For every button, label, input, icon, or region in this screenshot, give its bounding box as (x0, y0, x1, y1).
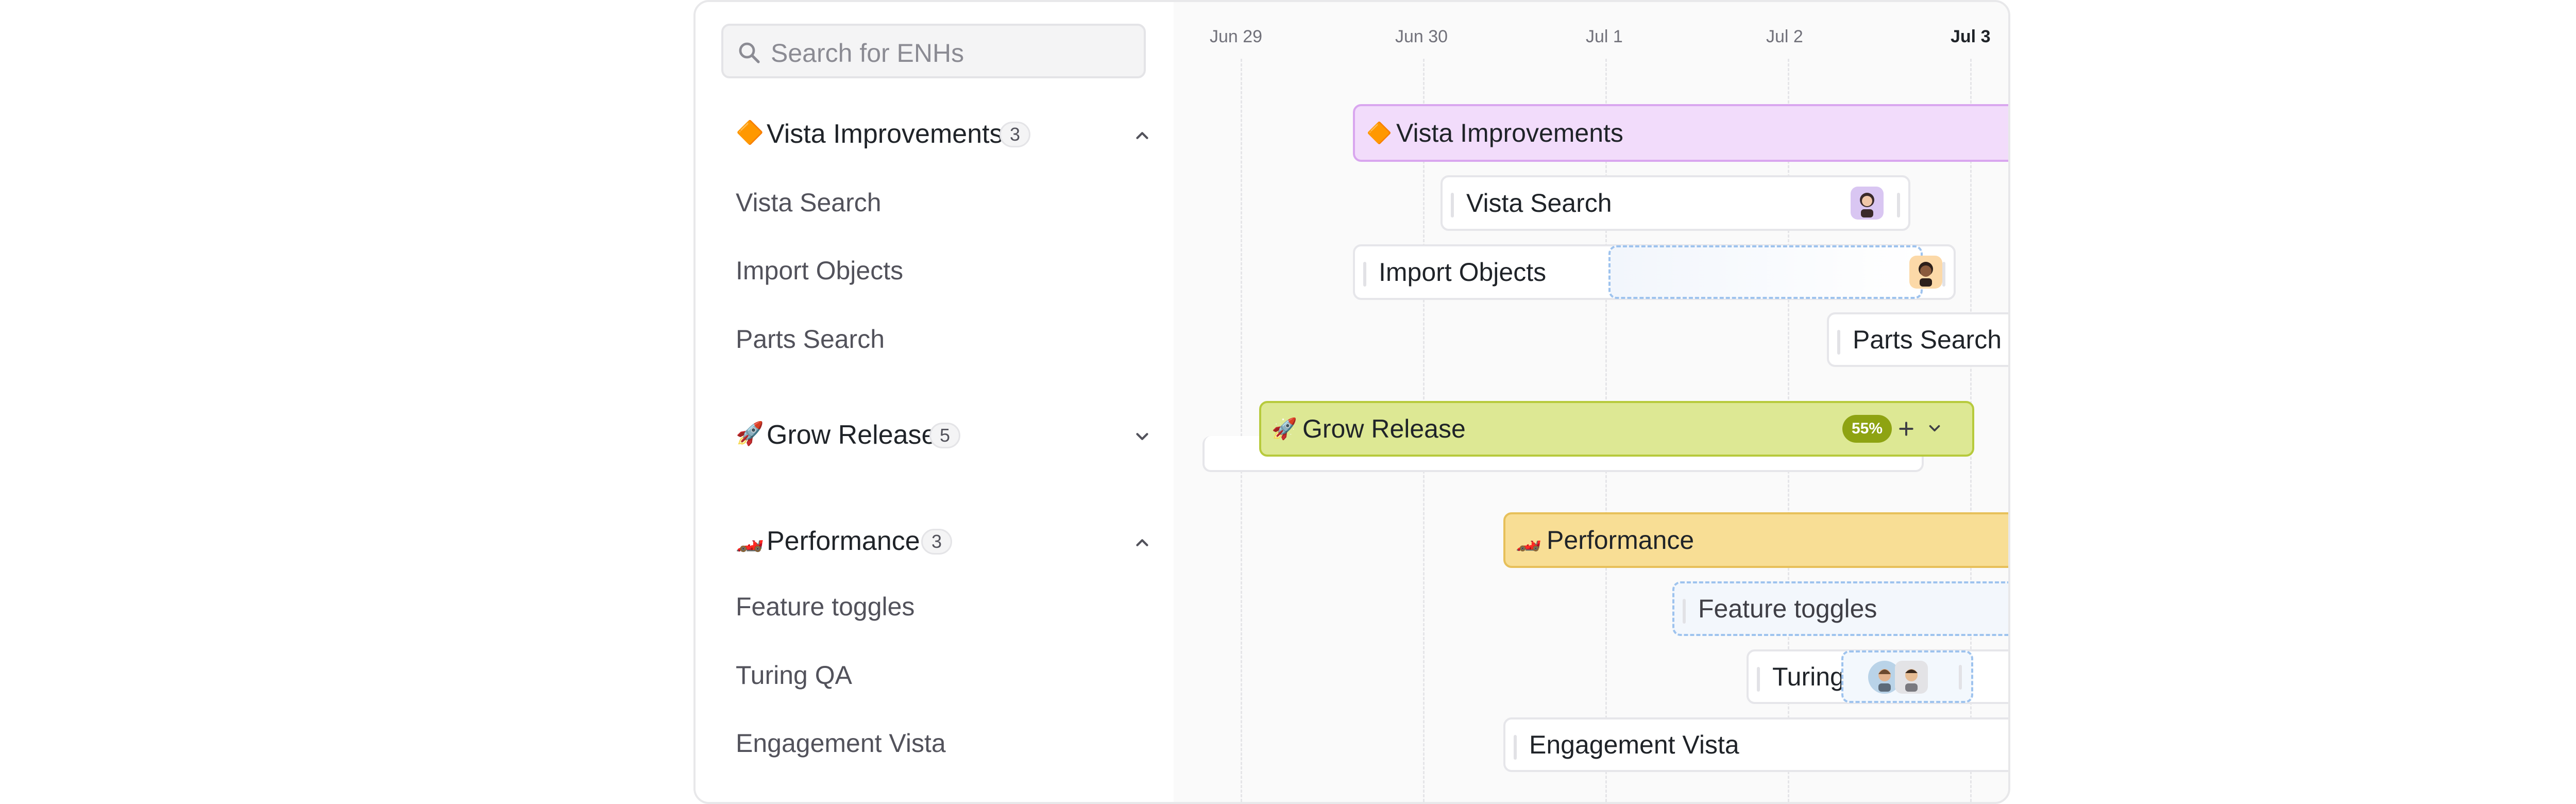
chevron-down-icon[interactable] (1926, 420, 1943, 437)
user-avatar (1895, 661, 1928, 694)
bar-label: Grow Release (1302, 414, 1466, 443)
diamond-icon: 🔶 (736, 120, 764, 145)
drag-handle-right[interactable] (1942, 262, 1945, 287)
rocket-icon: 🚀 (1272, 417, 1297, 441)
drag-handle-left[interactable] (1514, 735, 1517, 760)
group-label: Performance (767, 526, 920, 556)
gantt-group-bar-grow-release[interactable]: 🚀 Grow Release 55% (1259, 401, 1974, 457)
bar-label: Vista Improvements (1396, 119, 1623, 147)
progress-badge: 55% (1842, 415, 1892, 443)
date-header: Jul 1 (1586, 27, 1623, 46)
sidebar-item-turing-qa[interactable]: Turing QA (736, 660, 852, 690)
drag-handle-left[interactable] (1451, 193, 1454, 217)
racecar-icon: 🏎️ (1516, 529, 1541, 552)
date-header: Jul 2 (1766, 27, 1803, 46)
rocket-icon: 🚀 (736, 421, 764, 446)
person-icon (1860, 193, 1874, 217)
gantt-task-bar-parts-search[interactable]: Parts Search (1827, 312, 2008, 367)
drag-handle-left[interactable] (1757, 667, 1760, 692)
gridline (1241, 59, 1242, 802)
date-header: Jun 29 (1210, 27, 1263, 46)
group-vista-improvements[interactable]: 🔶 Vista Improvements 3 (736, 116, 1158, 153)
group-label: Grow Release (767, 420, 937, 450)
gantt-group-bar-performance[interactable]: 🏎️ Performance (1503, 512, 2008, 568)
sidebar-item-vista-search[interactable]: Vista Search (736, 188, 882, 217)
user-avatar (1851, 187, 1884, 220)
date-header-today: Jul 3 (1951, 27, 1991, 46)
planned-range-indicator (1608, 245, 1923, 299)
sidebar-item-parts-search[interactable]: Parts Search (736, 324, 885, 354)
sidebar: Search for ENHs 🔶 Vista Improvements 3 V… (696, 2, 1174, 802)
bar-label: Vista Search (1466, 189, 1612, 217)
plus-icon[interactable] (1896, 418, 1917, 439)
person-icon (1919, 262, 1933, 287)
app-frame: Search for ENHs 🔶 Vista Improvements 3 V… (693, 0, 2010, 804)
count-badge: 3 (999, 122, 1030, 147)
gantt-group-bar-vista-improvements[interactable]: 🔶 Vista Improvements (1353, 104, 2008, 162)
group-label: Vista Improvements (767, 119, 1003, 149)
racecar-icon: 🏎️ (736, 527, 764, 552)
group-performance[interactable]: 🏎️ Performance 3 (736, 524, 1158, 560)
gantt-task-bar-vista-search[interactable]: Vista Search (1440, 175, 1910, 231)
sidebar-item-engagement-vista[interactable]: Engagement Vista (736, 728, 946, 758)
person-icon (1905, 669, 1918, 692)
bar-label: Performance (1547, 526, 1694, 555)
chevron-up-icon[interactable] (1132, 126, 1152, 145)
sidebar-item-feature-toggles[interactable]: Feature toggles (736, 592, 914, 622)
bar-label: Engagement Vista (1529, 730, 1739, 759)
bar-label: Import Objects (1379, 258, 1547, 287)
diamond-icon: 🔶 (1366, 122, 1392, 145)
date-header: Jun 30 (1395, 27, 1448, 46)
drag-handle-right[interactable] (1897, 193, 1900, 217)
bar-label: Parts Search (1853, 325, 2002, 354)
chevron-up-icon[interactable] (1132, 533, 1152, 552)
search-input[interactable]: Search for ENHs (721, 24, 1146, 78)
user-avatar (1909, 256, 1942, 289)
sidebar-item-import-objects[interactable]: Import Objects (736, 256, 903, 286)
count-badge: 5 (929, 423, 960, 448)
bar-label: Feature toggles (1698, 594, 1877, 623)
drag-handle-left[interactable] (1683, 599, 1686, 624)
chevron-down-icon[interactable] (1132, 427, 1152, 446)
search-placeholder: Search for ENHs (771, 39, 964, 68)
count-badge: 3 (921, 529, 952, 555)
group-grow-release[interactable]: 🚀 Grow Release 5 (736, 417, 1158, 454)
search-icon (739, 42, 760, 63)
gantt-task-bar-engagement-vista[interactable]: Engagement Vista (1503, 717, 2008, 772)
drag-handle-left[interactable] (1363, 262, 1366, 287)
drag-handle-right[interactable] (1959, 665, 1962, 690)
drag-handle-left[interactable] (1837, 330, 1840, 355)
gantt-task-bar-feature-toggles[interactable]: Feature toggles (1672, 581, 2008, 636)
timeline: Jun 29 Jun 30 Jul 1 Jul 2 Jul 3 🔶 Vista … (1174, 2, 2008, 802)
